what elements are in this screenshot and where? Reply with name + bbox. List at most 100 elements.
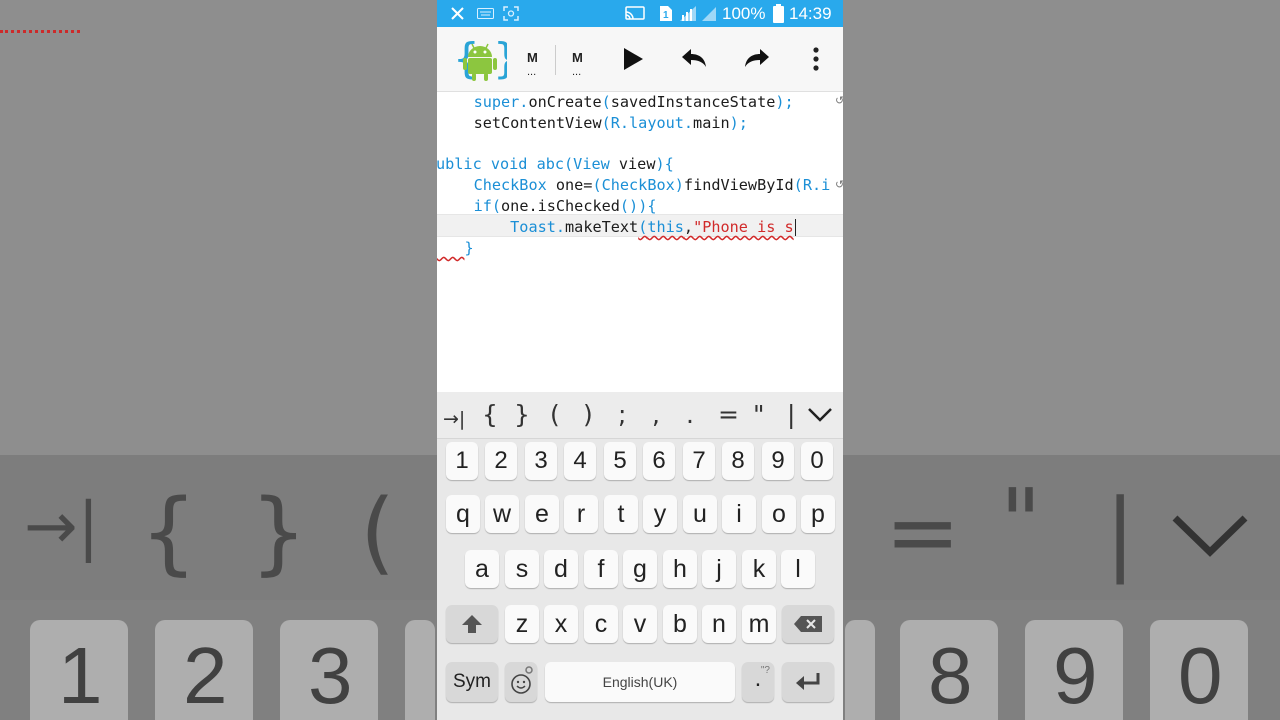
redo-icon[interactable] <box>741 43 773 75</box>
background-key <box>405 620 435 720</box>
sim-icon: 1 <box>660 6 672 21</box>
key-h[interactable]: h <box>663 550 697 588</box>
background-num: 0 <box>1178 631 1223 720</box>
period-key[interactable]: "? . <box>742 662 774 702</box>
background-pipe: | <box>1105 480 1136 585</box>
key-o[interactable]: o <box>762 495 796 533</box>
symbol-tab[interactable]: →| <box>443 404 465 434</box>
key-5[interactable]: 5 <box>604 442 636 480</box>
tab-file-1-label: M <box>527 50 538 65</box>
collapse-chevron-icon[interactable] <box>807 407 833 423</box>
code-line-8: } <box>464 239 474 257</box>
text-cursor <box>794 219 797 236</box>
clock: 14:39 <box>789 4 832 23</box>
key-l[interactable]: l <box>781 550 815 588</box>
status-bar: 1 100% 14:39 <box>437 0 843 27</box>
enter-icon <box>796 673 820 690</box>
key-0[interactable]: 0 <box>801 442 833 480</box>
key-d[interactable]: d <box>544 550 578 588</box>
tab-file-2-label: M <box>572 50 583 65</box>
key-j[interactable]: j <box>702 550 736 588</box>
shift-icon <box>462 615 482 633</box>
enter-key[interactable] <box>782 662 834 702</box>
key-f[interactable]: f <box>584 550 618 588</box>
key-v[interactable]: v <box>623 605 657 643</box>
key-a[interactable]: a <box>465 550 499 588</box>
signal-icon <box>680 6 696 21</box>
key-z[interactable]: z <box>505 605 539 643</box>
background-quote: " <box>1000 470 1042 575</box>
key-n[interactable]: n <box>702 605 736 643</box>
code-line-6: if(one.isChecked()){ <box>473 197 657 215</box>
period-hint: "? <box>760 665 770 676</box>
background-num: 3 <box>308 631 353 720</box>
key-t[interactable]: t <box>604 495 638 533</box>
symbol-semicolon[interactable]: ; <box>618 400 626 430</box>
key-p[interactable]: p <box>801 495 835 533</box>
key-e[interactable]: e <box>525 495 559 533</box>
background-chevron-icon <box>1172 515 1248 557</box>
key-u[interactable]: u <box>683 495 717 533</box>
space-key[interactable]: English(UK) <box>545 662 735 702</box>
key-7[interactable]: 7 <box>683 442 715 480</box>
battery-icon <box>773 4 784 23</box>
keyboard-icon <box>477 8 494 19</box>
symbol-comma[interactable]: , <box>652 400 660 430</box>
shift-key[interactable] <box>446 605 498 643</box>
background-key <box>845 620 875 720</box>
symbol-period[interactable]: . <box>686 400 694 430</box>
sym-key[interactable]: Sym <box>446 662 498 702</box>
symbol-paren-close[interactable]: ) <box>583 400 593 430</box>
code-editor[interactable]: super.onCreate(savedInstanceState); setC… <box>437 92 843 392</box>
background-paren-open: ( <box>360 480 396 585</box>
tab-file-2-dots: ... <box>572 66 582 78</box>
run-icon[interactable] <box>617 43 649 75</box>
key-c[interactable]: c <box>584 605 618 643</box>
key-6[interactable]: 6 <box>643 442 675 480</box>
backspace-icon <box>794 616 822 632</box>
code-line-2: setContentView(R.layout.main); <box>473 114 748 132</box>
close-icon[interactable] <box>451 7 464 20</box>
key-8[interactable]: 8 <box>722 442 754 480</box>
settings-icon <box>525 666 533 674</box>
symbol-pipe[interactable]: | <box>787 400 795 430</box>
signal-2-icon <box>702 7 716 21</box>
soft-keyboard: →| { } ( ) ; , . = " | 1 2 3 4 5 6 7 8 9… <box>437 392 843 720</box>
key-g[interactable]: g <box>623 550 657 588</box>
symbol-quote[interactable]: " <box>753 400 765 430</box>
key-b[interactable]: b <box>663 605 697 643</box>
emoji-key[interactable] <box>505 662 537 702</box>
key-k[interactable]: k <box>742 550 776 588</box>
background-tab-symbol: →| <box>24 490 100 564</box>
background-brace-open: { <box>140 480 198 585</box>
background-num: 1 <box>58 631 103 720</box>
key-q[interactable]: q <box>446 495 480 533</box>
key-x[interactable]: x <box>544 605 578 643</box>
key-s[interactable]: s <box>505 550 539 588</box>
undo-icon[interactable] <box>678 43 710 75</box>
key-w[interactable]: w <box>485 495 519 533</box>
key-y[interactable]: y <box>643 495 677 533</box>
background-num: 8 <box>928 631 973 720</box>
code-line-4: ublic void abc(View view){ <box>437 155 674 173</box>
symbol-equals[interactable]: = <box>718 400 739 430</box>
screenshot-icon <box>503 6 519 21</box>
backspace-key[interactable] <box>782 605 834 643</box>
symbol-brace-close[interactable]: } <box>514 400 530 430</box>
symbol-brace-open[interactable]: { <box>482 400 498 430</box>
key-3[interactable]: 3 <box>525 442 557 480</box>
key-r[interactable]: r <box>564 495 598 533</box>
background-squiggle <box>0 14 80 33</box>
more-icon[interactable] <box>800 43 832 75</box>
key-9[interactable]: 9 <box>762 442 794 480</box>
symbol-paren-open[interactable]: ( <box>550 400 560 430</box>
key-i[interactable]: i <box>722 495 756 533</box>
key-4[interactable]: 4 <box>564 442 596 480</box>
cast-icon <box>625 6 645 20</box>
key-m[interactable]: m <box>742 605 776 643</box>
background-brace-close: } <box>250 480 308 585</box>
key-2[interactable]: 2 <box>485 442 517 480</box>
key-1[interactable]: 1 <box>446 442 478 480</box>
phone-screen: 1 100% 14:39 { } M ... <box>437 0 843 720</box>
android-logo-icon[interactable]: { } <box>453 35 507 83</box>
